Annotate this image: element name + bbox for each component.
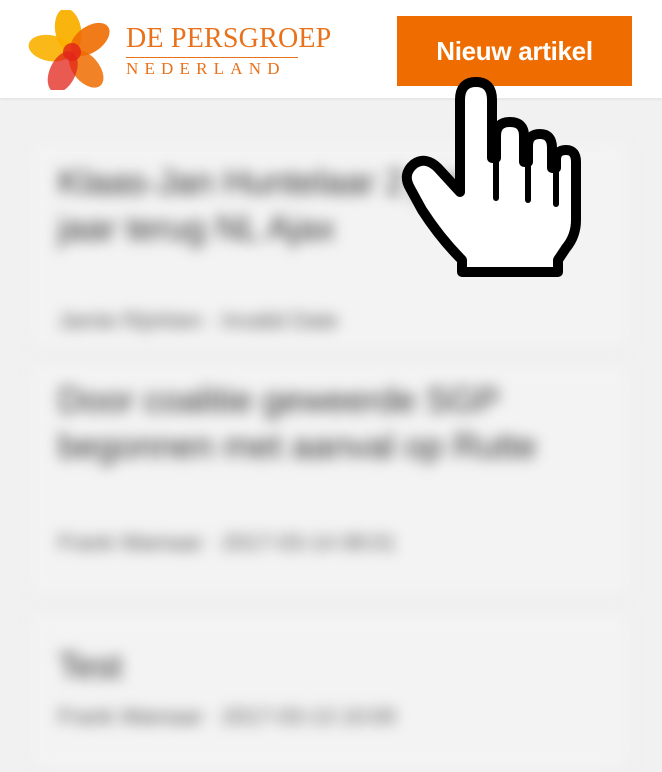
article-card[interactable]: Test Frank Wamaar · 2017-03-13 10:00 — [30, 612, 630, 772]
article-meta: Jamie Rijnhien · Invalid Date — [58, 308, 339, 333]
logo-text-line2: NEDERLAND — [126, 59, 286, 78]
article-meta: Frank Wamaar · 2017-03-13 10:00 — [58, 704, 396, 729]
article-title: Door coalitie geweerde SGP begonnen met … — [58, 381, 537, 466]
flower-logo-icon — [28, 10, 110, 90]
hand-pointer-icon — [401, 77, 581, 277]
logo-divider — [126, 57, 298, 58]
persgroep-logo: DE PERSGROEP NEDERLAND — [26, 10, 331, 90]
logo-text-line1: DE PERSGROEP — [126, 23, 332, 54]
article-card[interactable]: Door coalitie geweerde SGP begonnen met … — [30, 364, 630, 598]
article-meta: Frank Wamaar · 2017-03-14 08:01 — [58, 530, 396, 555]
article-title: Test — [58, 647, 123, 686]
